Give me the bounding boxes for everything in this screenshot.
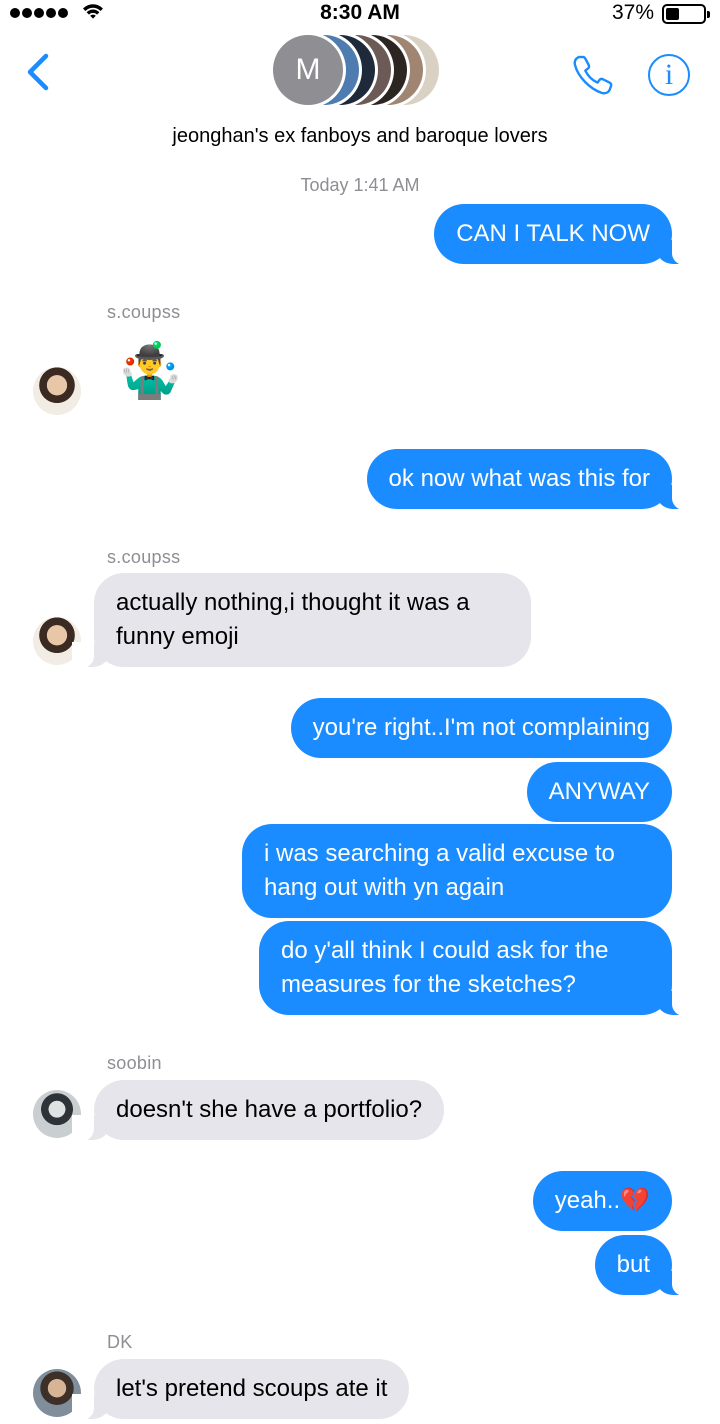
- battery-percentage: 37%: [611, 1, 654, 24]
- outgoing-message-bubble[interactable]: i was searching a valid excuse to hang o…: [242, 824, 672, 918]
- sender-avatar[interactable]: [33, 367, 81, 415]
- outgoing-message-bubble[interactable]: ANYWAY: [526, 762, 672, 822]
- sender-name: DK: [107, 1332, 133, 1352]
- sender-name: s.coupss: [107, 547, 181, 567]
- incoming-emoji-message[interactable]: 🤹‍♂️: [116, 338, 183, 404]
- back-chevron-icon[interactable]: [24, 50, 54, 94]
- status-bar: 8:30 AM 37%: [0, 0, 720, 26]
- group-name[interactable]: jeonghan's ex fanboys and baroque lovers: [0, 125, 720, 148]
- group-avatar-initial: M: [273, 35, 343, 105]
- outgoing-message-bubble[interactable]: CAN I TALK NOW: [434, 204, 694, 265]
- outgoing-message-bubble[interactable]: ok now what was this for: [366, 449, 695, 510]
- sender-name: soobin: [107, 1053, 162, 1073]
- incoming-message-bubble[interactable]: actually nothing,i thought it was a funn…: [72, 573, 531, 668]
- incoming-message-bubble[interactable]: let's pretend scoups ate it: [71, 1359, 410, 1420]
- group-avatar-stack[interactable]: M: [270, 32, 460, 108]
- outgoing-message-bubble[interactable]: you're right..I'm not complaining: [290, 698, 672, 758]
- incoming-message-bubble[interactable]: doesn't she have a portfolio?: [71, 1080, 445, 1141]
- info-icon[interactable]: i: [648, 54, 690, 96]
- outgoing-message-bubble[interactable]: yeah..💔: [532, 1171, 672, 1231]
- outgoing-message-bubble[interactable]: do y'all think I could ask for the measu…: [259, 921, 694, 1016]
- phone-icon[interactable]: [570, 52, 616, 98]
- sender-name: s.coupss: [107, 302, 181, 322]
- conversation-timestamp: Today 1:41 AM: [300, 175, 420, 195]
- outgoing-message-bubble[interactable]: but: [594, 1235, 695, 1296]
- battery-icon: [662, 4, 710, 24]
